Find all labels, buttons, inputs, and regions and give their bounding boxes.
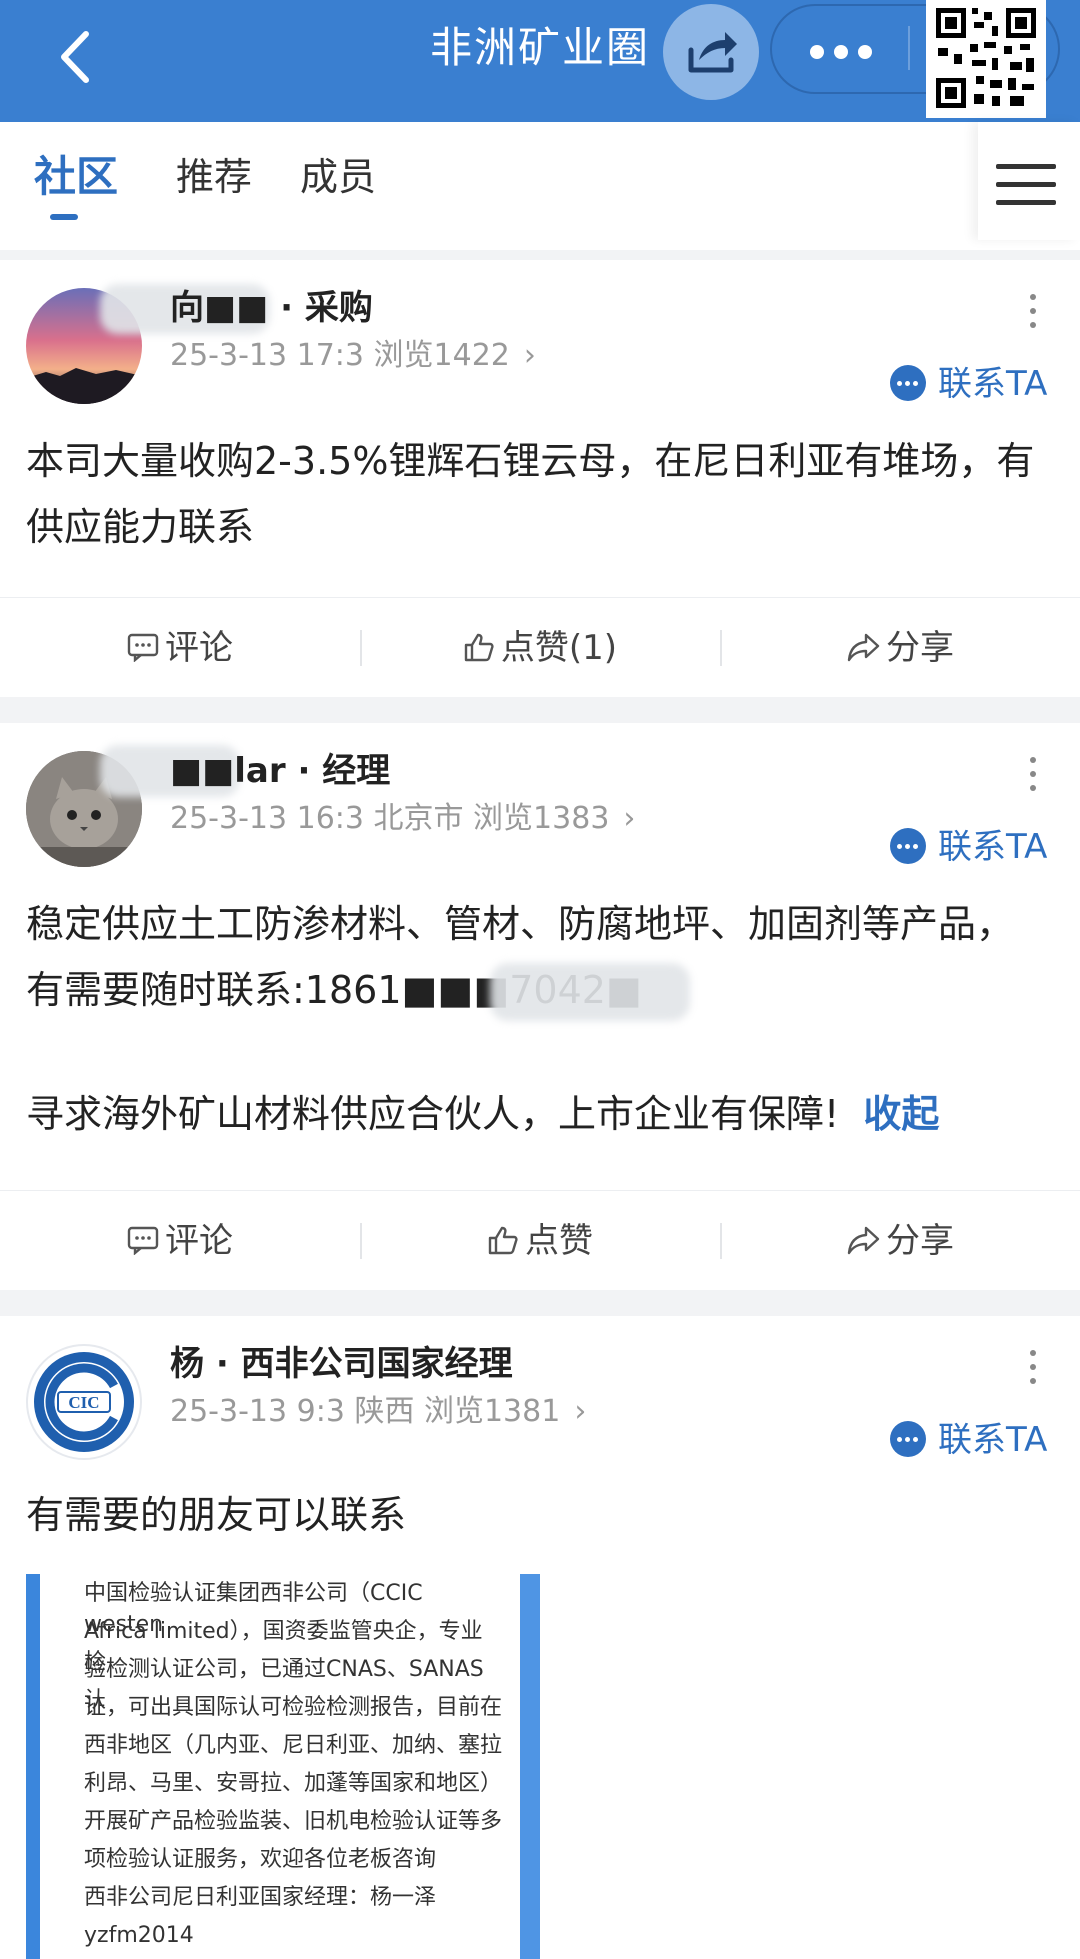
share-button[interactable] [663,4,759,100]
kebab-menu-icon[interactable] [1030,757,1040,799]
post-image[interactable]: 中国检验认证集团西非公司（CCIC westen Africa limited）… [26,1574,540,1959]
post-meta-text: 25-3-13 17:3 浏览1422 [170,338,510,373]
comment-button[interactable]: 评论 [0,1217,360,1265]
post-text: 本司大量收购2-3.5%锂辉石锂云母，在尼日利亚有堆场，有供应能力联系 [26,439,1035,549]
like-button[interactable]: 点赞 [360,1217,720,1265]
like-button[interactable]: 点赞(1) [360,624,720,672]
top-bar: 非洲矿业圈 [0,0,1080,122]
comment-label: 评论 [165,628,233,668]
image-text-line: 西非公司尼日利亚国家经理：杨一泽 [84,1885,437,1910]
share-post-button[interactable]: 分享 [720,1217,1080,1265]
comment-icon [127,1226,159,1256]
avatar-logo-text: CIC [68,1393,99,1412]
post-meta[interactable]: 25-3-13 16:3 北京市 浏览1383 › [170,799,635,839]
like-label: 点赞 [525,1221,593,1261]
image-text-line: 西非地区（几内亚、尼日利亚、加纳、塞拉 [84,1733,503,1758]
contact-button[interactable]: 联系TA [890,1418,1047,1462]
avatar[interactable]: CIC [26,1344,142,1460]
qr-code-icon [936,8,1036,108]
contact-button[interactable]: 联系TA [890,825,1047,869]
contact-label: 联系TA [938,1420,1048,1460]
menu-button[interactable] [978,122,1080,240]
more-icon[interactable] [810,44,882,63]
share-post-button[interactable]: 分享 [720,624,1080,672]
image-text-line: 利昂、马里、安哥拉、加蓬等国家和地区） [84,1771,503,1796]
chat-bubble-icon [890,827,926,864]
chevron-right-icon: › [523,338,536,373]
kebab-menu-icon[interactable] [1030,294,1040,336]
post-meta[interactable]: 25-3-13 17:3 浏览1422 › [170,336,536,376]
image-text-line: 项检验认证服务，欢迎各位老板咨询 [84,1847,437,1872]
contact-button[interactable]: 联系TA [890,362,1047,406]
blurred-phone-mask [490,963,690,1021]
share-label: 分享 [886,1221,954,1261]
tab-recommend[interactable]: 推荐 [176,152,252,202]
ccic-logo: CIC [34,1352,134,1452]
comment-button[interactable]: 评论 [0,624,360,672]
chevron-right-icon: › [623,801,636,836]
share-arrow-icon [847,1226,880,1254]
post-card: ■■lar · 经理 25-3-13 16:3 北京市 浏览1383 › 联系TA… [0,723,1080,1290]
tab-members[interactable]: 成员 [300,152,376,202]
qr-code[interactable] [926,0,1046,118]
image-text-line: yzfm2014 [84,1923,194,1948]
contact-label: 联系TA [938,827,1048,867]
share-label: 分享 [886,628,954,668]
collapse-link[interactable]: 收起 [863,1092,939,1136]
tab-bar: 社区 推荐 成员 [0,122,1080,250]
tab-community[interactable]: 社区 [34,152,118,202]
chevron-right-icon: › [574,1394,587,1429]
like-label: 点赞(1) [500,628,618,668]
post-meta[interactable]: 25-3-13 9:3 陕西 浏览1381 › [170,1392,586,1432]
post-actions: 评论 点赞(1) 分享 [0,597,1080,697]
post-author[interactable]: 杨 · 西非公司国家经理 [170,1342,513,1386]
post-meta-text: 25-3-13 16:3 北京市 浏览1383 [170,801,610,836]
share-icon [688,32,737,73]
image-text-line: 开展矿产品检验监装、旧机电检验认证等多 [84,1809,503,1834]
post-actions: 评论 点赞 分享 [0,1190,1080,1290]
post-text: 有需要的朋友可以联系 [26,1493,407,1537]
post-meta-text: 25-3-13 9:3 陕西 浏览1381 [170,1394,561,1429]
post-text-line2: 寻求海外矿山材料供应合伙人，上市企业有保障! 收起 [26,1081,1046,1147]
post-text-line2-body: 寻求海外矿山材料供应合伙人，上市企业有保障! [26,1092,840,1136]
contact-label: 联系TA [938,364,1048,404]
post-card: 向■■ · 采购 25-3-13 17:3 浏览1422 › 联系TA 本司大量收… [0,260,1080,697]
share-arrow-icon [847,633,880,661]
tab-active-indicator [50,214,78,220]
thumbs-up-icon [488,1226,518,1254]
chat-bubble-icon [890,1420,926,1457]
image-text-line: 证，可出具国际认可检验检测报告，目前在 [84,1695,503,1720]
post-author[interactable]: ■■lar · 经理 [170,749,390,793]
capsule-divider [908,26,910,70]
comment-icon [127,633,159,663]
kebab-menu-icon[interactable] [1030,1350,1040,1392]
comment-label: 评论 [165,1221,233,1261]
thumbs-up-icon [464,633,494,661]
post-author[interactable]: 向■■ · 采购 [170,286,373,330]
chat-bubble-icon [890,364,926,401]
